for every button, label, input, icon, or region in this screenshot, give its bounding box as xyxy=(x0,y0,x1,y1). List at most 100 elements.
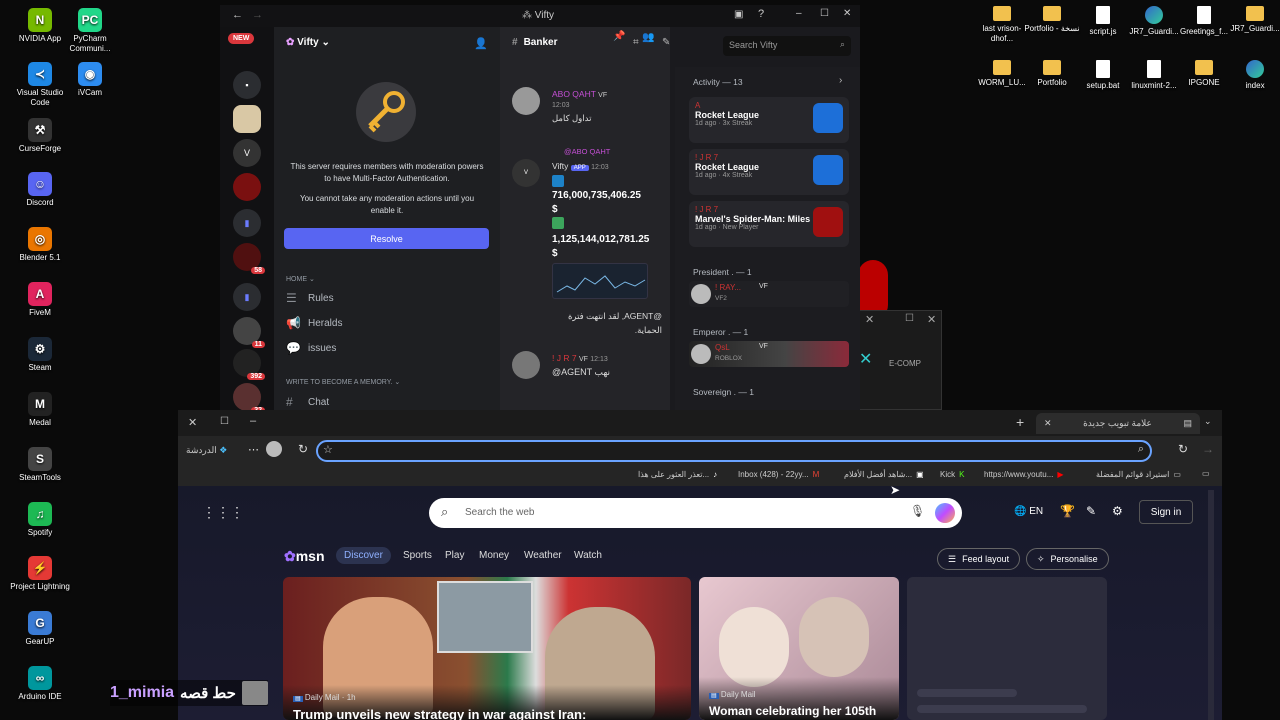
desktop-icon[interactable]: ⚙ Steam xyxy=(10,337,70,373)
mute-icon[interactable]: ✎ xyxy=(662,37,670,48)
msn-nav-discover[interactable]: Discover xyxy=(336,547,391,564)
folder-icon[interactable]: ▮ xyxy=(233,209,261,237)
minimize-icon[interactable]: – xyxy=(250,415,256,427)
msn-nav-watch[interactable]: Watch xyxy=(574,550,602,561)
minimize-icon[interactable]: – xyxy=(796,8,802,19)
back-arrow-icon[interactable]: ← xyxy=(232,9,243,21)
server-icon[interactable] xyxy=(233,105,261,133)
server-icon[interactable]: 11 xyxy=(233,317,265,348)
avatar[interactable]: V xyxy=(512,159,540,187)
category-memory[interactable]: WRITE TO BECOME A MEMORY. ⌄ xyxy=(286,378,400,386)
refresh-icon[interactable]: ↻ xyxy=(1178,442,1188,456)
news-card[interactable]: ▤ Daily Mail Woman celebrating her 105th xyxy=(699,577,899,720)
add-member-icon[interactable]: 👤 xyxy=(474,37,488,50)
settings-gear-icon[interactable]: ⚙ xyxy=(1112,504,1123,518)
more-icon[interactable]: ⋯ xyxy=(248,443,259,456)
help-icon[interactable]: ? xyxy=(758,8,764,20)
avatar[interactable] xyxy=(512,351,540,379)
server-icon[interactable] xyxy=(233,173,261,201)
news-card-main[interactable]: ▤ Daily Mail · 1h Trump unveils new stra… xyxy=(283,577,691,720)
favorite-link[interactable]: Inbox (428) - 22yy... M xyxy=(738,470,819,479)
threads-icon[interactable]: ⌗ xyxy=(633,37,639,48)
channel-heralds[interactable]: 📢 Heralds xyxy=(286,316,342,330)
maximize-icon[interactable]: ☐ xyxy=(820,8,829,19)
resolve-button[interactable]: Resolve xyxy=(284,228,489,249)
sign-in-button[interactable]: Sign in xyxy=(1139,500,1193,524)
maximize-icon[interactable]: ☐ xyxy=(905,313,914,324)
desktop-icon[interactable]: index xyxy=(1225,60,1280,91)
desktop-icon[interactable]: ♫ Spotify xyxy=(10,502,70,538)
chevron-right-icon[interactable]: › xyxy=(839,75,842,86)
desktop-icon[interactable]: ∞ Arduino IDE xyxy=(10,666,70,702)
favorite-link[interactable]: شاهد أفضل الأفلام... ▣ xyxy=(844,470,924,479)
activity-card[interactable]: ! J R 7 Marvel's Spider-Man: Miles ... 1d … xyxy=(689,201,849,247)
desktop-icon[interactable]: G GearUP xyxy=(10,611,70,647)
new-tab-icon[interactable]: + xyxy=(1016,414,1024,430)
desktop-icon[interactable]: ◉ iVCam xyxy=(60,62,120,98)
apps-grid-icon[interactable]: ⋮⋮⋮ xyxy=(202,504,244,521)
chart-embed-image[interactable] xyxy=(552,263,648,299)
desktop-icon[interactable]: PC PyCharm Communi... xyxy=(60,8,120,54)
desktop-icon[interactable]: JR7_Guardi... xyxy=(1225,6,1280,34)
member-item[interactable]: ! RAY... VF VF2 xyxy=(689,281,849,307)
close-icon[interactable]: ✕ xyxy=(865,313,874,326)
search-icon[interactable]: ⌕ xyxy=(1138,443,1144,456)
favorite-star-icon[interactable]: ☆ xyxy=(323,443,333,456)
msn-nav-money[interactable]: Money xyxy=(479,550,509,561)
edit-icon[interactable]: ✎ xyxy=(1086,504,1096,518)
desktop-icon[interactable]: ⚡ Project Lightning xyxy=(10,556,70,592)
chevron-down-icon[interactable]: ⌄ xyxy=(1204,416,1212,427)
refresh-icon[interactable]: ↻ xyxy=(298,442,308,456)
channel-chat[interactable]: # Chat xyxy=(286,395,329,409)
close-icon[interactable]: ✕ xyxy=(843,8,851,19)
favorite-link[interactable]: Kick K xyxy=(940,470,964,479)
close-icon[interactable]: ✕ xyxy=(927,313,936,326)
folder-icon[interactable]: ▮ xyxy=(233,283,261,311)
desktop-icon[interactable]: ◎ Blender 5.1 xyxy=(10,227,70,263)
news-headline[interactable]: Trump unveils new strategy in war agains… xyxy=(293,707,586,720)
reply-reference[interactable]: @ABO QAHT xyxy=(564,147,610,156)
msn-nav-sports[interactable]: Sports xyxy=(403,550,432,561)
favorites-menu-icon[interactable]: ▭ xyxy=(1202,469,1210,478)
maximize-icon[interactable]: ☐ xyxy=(220,416,229,427)
msn-logo[interactable]: ✿msn xyxy=(284,548,325,565)
msn-nav-weather[interactable]: Weather xyxy=(524,550,562,561)
server-icon-vifty[interactable]: V xyxy=(233,139,261,167)
desktop-icon[interactable]: ☺ Discord xyxy=(10,172,70,208)
close-icon[interactable]: ✕ xyxy=(188,416,197,429)
address-bar[interactable]: ☆ ⌕ xyxy=(316,440,1152,462)
feed-layout-button[interactable]: ☰ Feed layout xyxy=(937,548,1021,570)
personalise-button[interactable]: ✧ Personalise xyxy=(1026,548,1109,570)
tab-new[interactable]: ✕ علامة تبويب جديدة ▤ xyxy=(1036,413,1200,434)
desktop-icon[interactable]: ⚒ CurseForge xyxy=(10,118,70,154)
server-icon[interactable]: 392 xyxy=(233,349,265,380)
language-button[interactable]: 🌐 EN xyxy=(1014,506,1043,517)
category-home[interactable]: HOME ⌄ xyxy=(286,275,315,283)
copilot-icon[interactable] xyxy=(935,503,955,523)
folder-icon[interactable]: ▪ xyxy=(233,71,261,99)
close-icon[interactable]: ✕ xyxy=(1044,418,1052,429)
channel-issues[interactable]: 💬 issues xyxy=(286,341,336,355)
favorite-link[interactable]: https://www.youtu... ▶ xyxy=(984,470,1064,479)
favorite-link[interactable]: استيراد قوائم المفضلة ▭ xyxy=(1096,470,1181,479)
forward-arrow-icon[interactable]: → xyxy=(1202,442,1214,456)
desktop-icon[interactable]: M Medal xyxy=(10,392,70,428)
server-icon[interactable]: 58 xyxy=(233,243,265,274)
favorite-link[interactable]: تعذر العثور على هذا... ♪ xyxy=(638,470,717,479)
scrollbar[interactable] xyxy=(1208,490,1214,720)
desktop-icon[interactable]: A FiveM xyxy=(10,282,70,318)
members-icon[interactable]: 👥 xyxy=(642,32,654,43)
rewards-icon[interactable]: 🏆 xyxy=(1060,504,1075,518)
copilot-button[interactable]: الدردشة ❖ xyxy=(186,445,227,456)
avatar[interactable] xyxy=(512,87,540,115)
inbox-icon[interactable]: ▣ xyxy=(734,9,743,20)
activity-card[interactable]: ! J R 7 Rocket League 1d ago · 4x Streak xyxy=(689,149,849,195)
profile-avatar[interactable] xyxy=(266,441,282,457)
search-input[interactable]: Search Vifty ⌕ xyxy=(723,36,851,56)
microphone-icon[interactable]: 🎙 xyxy=(910,504,925,518)
forward-arrow-icon[interactable]: → xyxy=(252,9,263,21)
pin-icon[interactable]: 📌 xyxy=(613,31,625,42)
server-name-header[interactable]: ✿ Vifty ⌄ xyxy=(286,37,330,48)
msn-nav-play[interactable]: Play xyxy=(445,550,464,561)
web-search-box[interactable]: ⌕ Search the web 🎙 xyxy=(429,498,962,528)
